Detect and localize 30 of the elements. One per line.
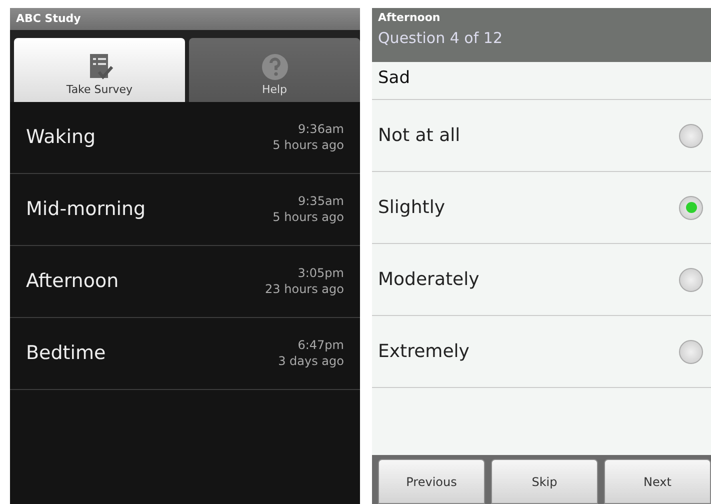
tab[interactable]: Take Survey: [14, 38, 185, 102]
survey-age: 5 hours ago: [272, 210, 344, 226]
survey-name: Afternoon: [26, 269, 119, 294]
help-icon: [260, 52, 290, 82]
option-label: Moderately: [378, 268, 480, 292]
nav-button[interactable]: Skip: [491, 459, 598, 504]
radio-button[interactable]: [679, 196, 703, 220]
survey-time: 3:05pm: [296, 266, 344, 282]
survey-time: 6:47pm: [296, 338, 344, 354]
survey-age: 23 hours ago: [265, 282, 344, 298]
survey-name: Bedtime: [26, 341, 106, 366]
app-title: ABC Study: [10, 8, 360, 30]
nav-button[interactable]: Previous: [378, 459, 485, 504]
survey-title: Afternoon: [378, 10, 442, 26]
nav-button[interactable]: Next: [604, 459, 711, 504]
survey-time: 9:35am: [297, 194, 344, 210]
question-number: Question 4 of 12: [378, 28, 504, 48]
survey-age: 3 days ago: [278, 354, 344, 370]
survey-age: 5 hours ago: [272, 138, 344, 154]
survey-name: Mid-morning: [26, 197, 146, 222]
survey-time: 9:36am: [297, 122, 344, 138]
tab[interactable]: Help: [189, 38, 360, 102]
radio-button[interactable]: [679, 268, 703, 292]
question-text: Sad: [372, 62, 711, 100]
option-label: Slightly: [378, 196, 445, 220]
option-label: Extremely: [378, 340, 470, 364]
radio-button[interactable]: [679, 340, 703, 364]
radio-button[interactable]: [679, 124, 703, 148]
option-label: Not at all: [378, 124, 460, 148]
survey-name: Waking: [26, 125, 96, 150]
